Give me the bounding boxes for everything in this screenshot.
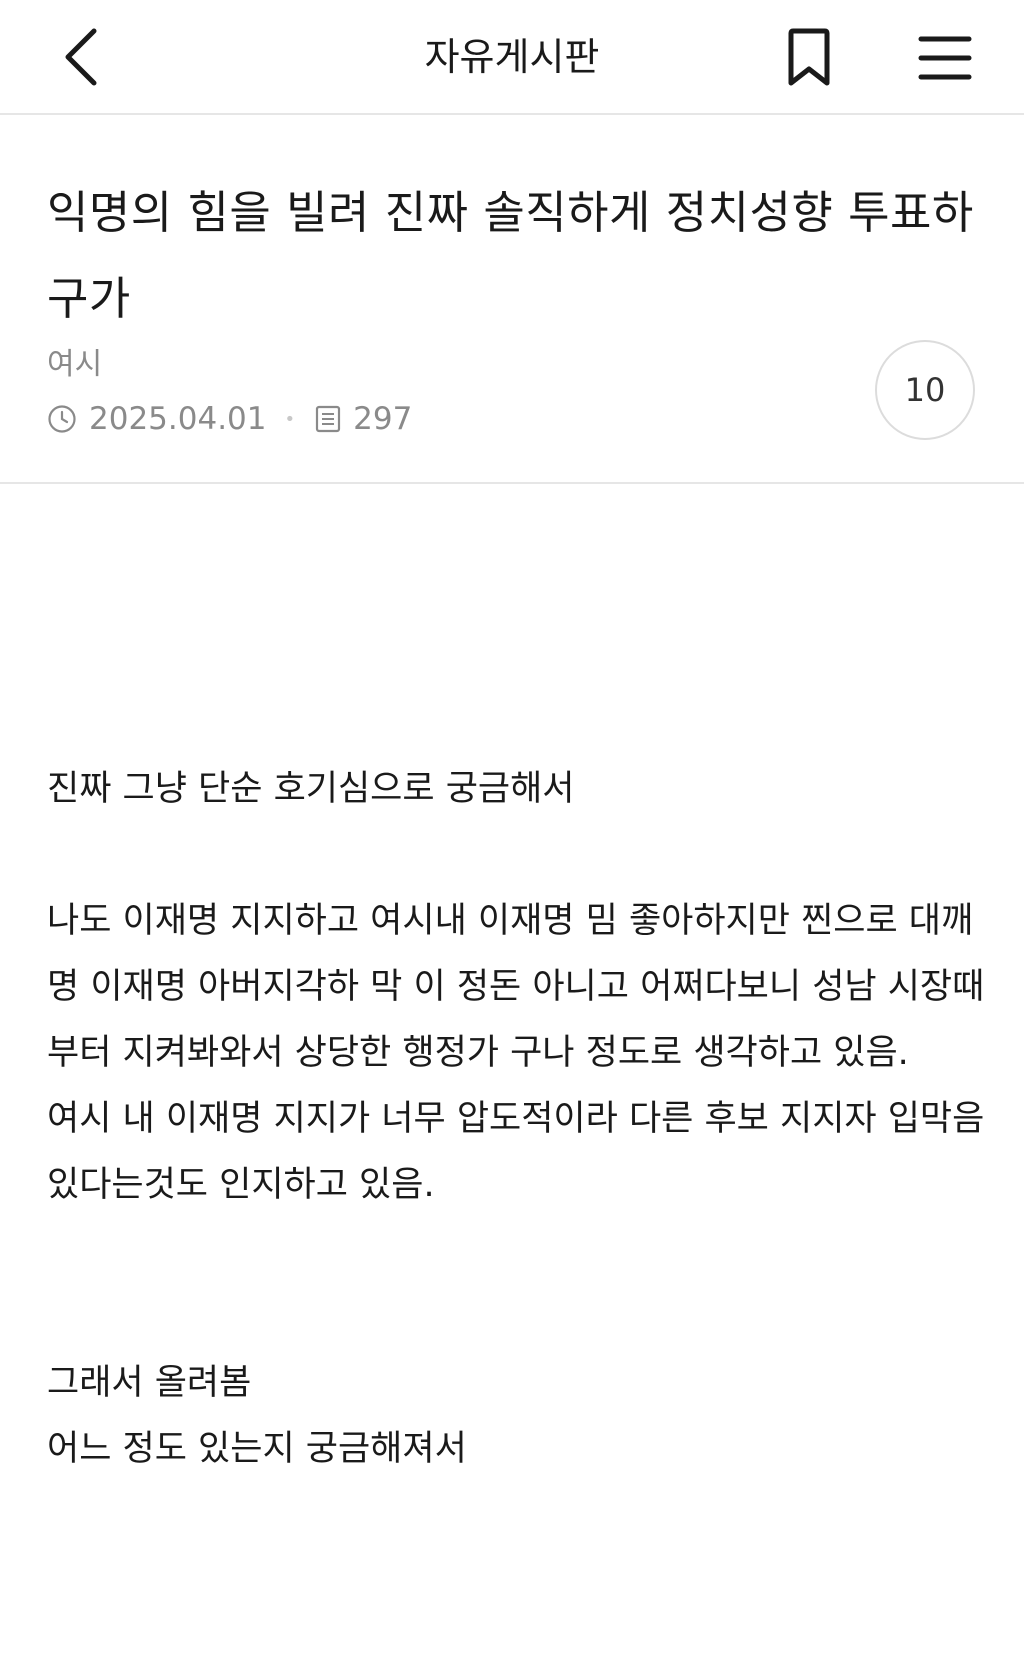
post-title: 익명의 힘을 빌려 진짜 솔직하게 정치성향 투표하구가 bbox=[47, 186, 974, 325]
post-paragraph-3: 그래서 올려봄 어느 정도 있는지 궁금해져서 bbox=[47, 1363, 467, 1469]
page-title: 자유게시판 bbox=[424, 35, 600, 79]
top-bar: 자유게시판 bbox=[0, 0, 1024, 115]
document-icon bbox=[313, 404, 343, 434]
meta-separator: • bbox=[284, 408, 296, 430]
author-name[interactable]: 여시 bbox=[47, 345, 102, 385]
bookmark-button[interactable] bbox=[773, 22, 845, 94]
back-button[interactable] bbox=[52, 25, 112, 89]
post-meta: 2025.04.01 • 297 bbox=[47, 398, 412, 440]
view-count: 297 bbox=[353, 401, 413, 437]
comment-count-button[interactable]: 10 bbox=[875, 340, 975, 440]
clock-icon bbox=[47, 404, 77, 434]
bookmark-icon bbox=[788, 28, 830, 86]
post-paragraph-1: 진짜 그냥 단순 호기심으로 궁금해서 bbox=[47, 769, 575, 809]
post-date: 2025.04.01 bbox=[89, 401, 267, 437]
divider bbox=[0, 482, 1024, 484]
menu-button[interactable] bbox=[905, 22, 985, 94]
chevron-left-icon bbox=[65, 28, 97, 86]
hamburger-menu-icon bbox=[918, 36, 972, 80]
post-paragraph-2: 나도 이재명 지지하고 여시내 이재명 밈 좋아하지만 찐으로 대깨명 이재명 … bbox=[47, 901, 985, 1205]
